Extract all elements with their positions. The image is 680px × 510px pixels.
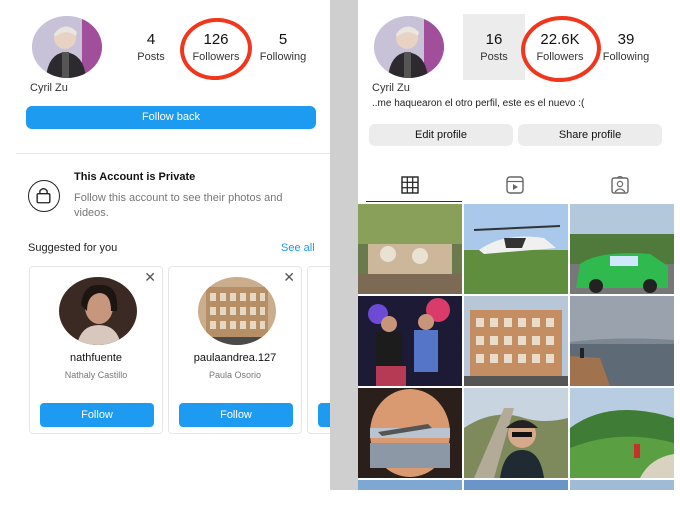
grid-photo[interactable] bbox=[464, 204, 568, 294]
grid-photo[interactable] bbox=[570, 296, 674, 386]
suggestion-username: nathfuente bbox=[70, 352, 122, 364]
stat-posts[interactable]: 16 Posts bbox=[459, 31, 529, 65]
grid-icon[interactable] bbox=[400, 176, 420, 194]
section-divider bbox=[16, 153, 330, 154]
own-profile-view: 16 Posts 22.6K Followers 39 Following Cy… bbox=[358, 0, 680, 490]
stat-following[interactable]: 5 Following bbox=[248, 31, 318, 65]
posts-label: Posts bbox=[480, 51, 508, 63]
profile-avatar[interactable] bbox=[32, 16, 102, 78]
suggestion-card[interactable]: ✕ nathfuente Nathaly Castillo Follow bbox=[29, 266, 163, 434]
see-all-link[interactable]: See all bbox=[281, 242, 315, 254]
private-profile-view: 4 Posts 126 Followers 5 Following Cyril … bbox=[0, 0, 330, 490]
following-count: 5 bbox=[278, 31, 288, 48]
active-tab-indicator bbox=[366, 201, 462, 202]
close-icon[interactable]: ✕ bbox=[283, 269, 295, 286]
suggestion-username: paulaandrea.127 bbox=[193, 352, 277, 364]
grid-photo[interactable] bbox=[464, 296, 568, 386]
posts-count: 4 bbox=[146, 31, 156, 48]
panel-separator bbox=[330, 0, 358, 490]
tagged-icon[interactable] bbox=[610, 175, 630, 194]
profile-bio: ..me haquearon el otro perfil, este es e… bbox=[372, 98, 585, 109]
follow-button[interactable]: Follow bbox=[179, 403, 293, 427]
grid-photo[interactable] bbox=[358, 204, 462, 294]
grid-photo[interactable] bbox=[358, 480, 462, 490]
edit-profile-button[interactable]: Edit profile bbox=[369, 124, 513, 146]
close-icon[interactable]: ✕ bbox=[144, 269, 156, 286]
grid-photo[interactable] bbox=[358, 388, 462, 478]
suggestion-card-partial[interactable] bbox=[307, 266, 330, 434]
stat-following[interactable]: 39 Following bbox=[591, 31, 661, 65]
grid-photo[interactable] bbox=[464, 388, 568, 478]
profile-username: Cyril Zu bbox=[372, 82, 410, 94]
suggestion-card[interactable]: ✕ paulaandrea.127 Paula Osorio Follow bbox=[168, 266, 302, 434]
private-account-description: Follow this account to see their photos … bbox=[74, 192, 283, 219]
suggestion-avatar[interactable] bbox=[59, 277, 137, 345]
grid-photo[interactable] bbox=[358, 296, 462, 386]
posts-count: 16 bbox=[485, 31, 503, 48]
follow-button[interactable]: Follow bbox=[40, 403, 154, 427]
suggested-title: Suggested for you bbox=[28, 242, 118, 254]
following-count: 39 bbox=[617, 31, 635, 48]
screenshot-root: 4 Posts 126 Followers 5 Following Cyril … bbox=[0, 0, 680, 510]
followers-highlight-circle bbox=[518, 13, 604, 85]
lock-icon bbox=[28, 180, 60, 212]
grid-photo[interactable] bbox=[570, 204, 674, 294]
followers-highlight-circle bbox=[176, 14, 256, 84]
grid-photo[interactable] bbox=[570, 480, 674, 490]
following-label: Following bbox=[602, 51, 650, 63]
suggestion-fullname: Paula Osorio bbox=[208, 370, 262, 380]
posts-label: Posts bbox=[137, 51, 165, 63]
follow-button[interactable] bbox=[318, 403, 330, 427]
follow-back-button[interactable]: Follow back bbox=[26, 106, 316, 129]
grid-photo[interactable] bbox=[464, 480, 568, 490]
following-label: Following bbox=[259, 51, 307, 63]
private-account-title: This Account is Private bbox=[74, 171, 196, 183]
profile-username: Cyril Zu bbox=[30, 82, 68, 94]
suggestion-avatar[interactable] bbox=[198, 277, 276, 345]
suggestion-fullname: Nathaly Castillo bbox=[64, 370, 128, 380]
share-profile-button[interactable]: Share profile bbox=[518, 124, 662, 146]
reels-icon[interactable] bbox=[505, 176, 525, 194]
profile-avatar[interactable] bbox=[374, 16, 444, 78]
stat-posts[interactable]: 4 Posts bbox=[116, 31, 186, 65]
grid-photo[interactable] bbox=[570, 388, 674, 478]
